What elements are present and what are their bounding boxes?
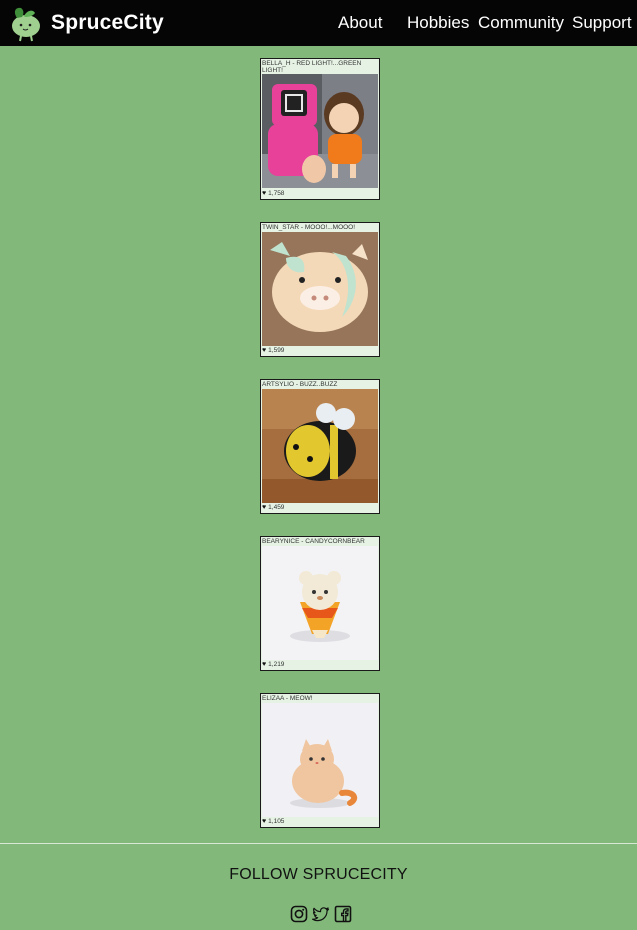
post-like-count: 1,105 xyxy=(268,818,285,825)
heart-icon[interactable]: ♥ xyxy=(262,818,266,826)
post-photo[interactable] xyxy=(262,703,378,817)
social-links xyxy=(290,905,352,923)
post-title: BEARYNICE - CANDYCORNBEAR xyxy=(262,538,365,545)
post-photo[interactable] xyxy=(262,74,378,188)
post-like-count: 1,758 xyxy=(268,190,285,197)
post-title: ARTSYLIO - BUZZ..BUZZ xyxy=(262,381,338,388)
follow-heading: FOLLOW SPRUCECITY xyxy=(229,866,408,883)
post-card[interactable]: TWIN_STAR - MOOO!...MOOO! ♥ 1,599 xyxy=(260,222,380,357)
post-title: BELLA_H - RED LIGHT!...GREEN LIGHT! xyxy=(262,60,362,74)
post-photo[interactable] xyxy=(262,546,378,660)
post-card[interactable]: ARTSYLIO - BUZZ..BUZZ ♥ 1,459 xyxy=(260,379,380,514)
leaf-sprout-icon xyxy=(12,7,40,42)
footer-divider xyxy=(0,843,637,844)
post-photo[interactable] xyxy=(262,389,378,503)
heart-icon[interactable]: ♥ xyxy=(262,504,266,512)
post-like-count: 1,459 xyxy=(268,504,285,511)
brand-logo-link[interactable]: SpruceCity xyxy=(9,3,164,43)
top-navbar: SpruceCity About Hobbies Community Suppo… xyxy=(0,0,637,46)
post-likes[interactable]: ♥ 1,599 xyxy=(262,347,284,355)
nav-link-community[interactable]: Community xyxy=(478,13,564,33)
twitter-icon[interactable] xyxy=(312,905,330,923)
post-card[interactable]: ELIZAA - MEOW! ♥ 1,105 xyxy=(260,693,380,828)
post-card[interactable]: BEARYNICE - CANDYCORNBEAR ♥ 1,219 xyxy=(260,536,380,671)
nav-link-hobbies[interactable]: Hobbies xyxy=(407,13,469,33)
post-likes[interactable]: ♥ 1,758 xyxy=(262,190,284,198)
post-title: TWIN_STAR - MOOO!...MOOO! xyxy=(262,224,356,231)
heart-icon[interactable]: ♥ xyxy=(262,347,266,355)
instagram-icon[interactable] xyxy=(290,905,308,923)
heart-icon[interactable]: ♥ xyxy=(262,190,266,198)
post-photo[interactable] xyxy=(262,232,378,346)
nav-link-support[interactable]: Support xyxy=(572,13,632,33)
brand-name: SpruceCity xyxy=(51,11,164,34)
post-title: ELIZAA - MEOW! xyxy=(262,695,313,702)
post-likes[interactable]: ♥ 1,459 xyxy=(262,504,284,512)
heart-icon[interactable]: ♥ xyxy=(262,661,266,669)
post-like-count: 1,219 xyxy=(268,661,285,668)
post-likes[interactable]: ♥ 1,105 xyxy=(262,818,284,826)
post-card[interactable]: BELLA_H - RED LIGHT!...GREEN LIGHT! ♥ 1,… xyxy=(260,58,380,200)
nav-link-about[interactable]: About xyxy=(338,13,382,33)
post-like-count: 1,599 xyxy=(268,347,285,354)
facebook-icon[interactable] xyxy=(334,905,352,923)
post-likes[interactable]: ♥ 1,219 xyxy=(262,661,284,669)
